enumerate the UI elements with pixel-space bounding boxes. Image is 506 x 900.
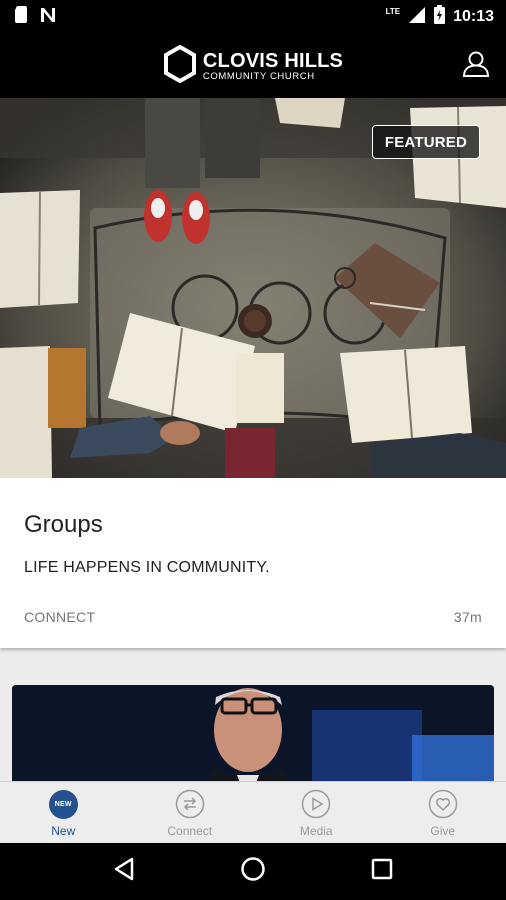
featured-image: FEATURED — [0, 98, 506, 478]
card-title: Groups — [24, 511, 103, 538]
home-button[interactable] — [233, 852, 273, 892]
card-meta: CONNECT 37m — [24, 609, 482, 625]
play-icon — [301, 789, 331, 819]
card-category: CONNECT — [24, 609, 96, 625]
back-button[interactable] — [104, 852, 144, 892]
heart-icon — [428, 789, 458, 819]
profile-button[interactable] — [460, 50, 492, 82]
card-time: 37m — [453, 609, 482, 625]
recents-square-icon — [371, 858, 393, 885]
logo-line1: CLOVIS HILLS — [202, 49, 344, 72]
logo-line2: COMMUNITY CHURCH — [202, 70, 315, 82]
card-subtitle: LIFE HAPPENS IN COMMUNITY. — [24, 559, 270, 576]
notification-n-icon — [40, 7, 56, 28]
app-header: CLOVIS HILLS COMMUNITY CHURCH — [0, 34, 506, 98]
new-badge-icon: NEW — [48, 789, 78, 819]
tab-media-label: Media — [299, 824, 333, 838]
hexagon-logo-icon — [163, 44, 197, 88]
bottom-tab-bar: NEW New Connect Media Give — [0, 781, 506, 843]
tab-new-label: New — [51, 824, 76, 838]
home-circle-icon — [240, 856, 266, 887]
featured-card[interactable]: FEATURED Groups LIFE HAPPENS IN COMMUNIT… — [0, 98, 506, 648]
user-profile-icon — [462, 50, 490, 83]
back-triangle-icon — [113, 857, 135, 886]
battery-charging-icon — [434, 5, 446, 29]
logo-text: CLOVIS HILLS COMMUNITY CHURCH — [203, 51, 343, 82]
sim-card-icon — [14, 6, 28, 28]
tab-new[interactable]: NEW New — [0, 782, 127, 843]
status-time: 10:13 — [453, 8, 494, 25]
network-type: LTE — [385, 6, 401, 16]
signal-icon — [408, 6, 426, 29]
card-body: Groups LIFE HAPPENS IN COMMUNITY. CONNEC… — [0, 511, 506, 625]
tab-connect-label: Connect — [167, 824, 213, 838]
tab-media[interactable]: Media — [253, 782, 380, 843]
status-right-icons: LTE 10:13 — [386, 5, 506, 29]
status-left-icons — [0, 6, 56, 28]
status-bar: LTE 10:13 — [0, 0, 506, 34]
connect-arrows-icon — [175, 789, 205, 819]
system-nav-bar — [0, 843, 506, 900]
app-screen: LTE 10:13 CLOVIS HILLS COMMUNITY CHURCH — [0, 0, 506, 900]
tab-give-label: Give — [430, 824, 456, 838]
tab-give[interactable]: Give — [380, 782, 506, 843]
recents-button[interactable] — [362, 852, 402, 892]
tab-connect[interactable]: Connect — [127, 782, 254, 843]
featured-badge: FEATURED — [371, 125, 480, 159]
church-logo[interactable]: CLOVIS HILLS COMMUNITY CHURCH — [163, 44, 343, 88]
new-badge: NEW — [48, 789, 78, 819]
